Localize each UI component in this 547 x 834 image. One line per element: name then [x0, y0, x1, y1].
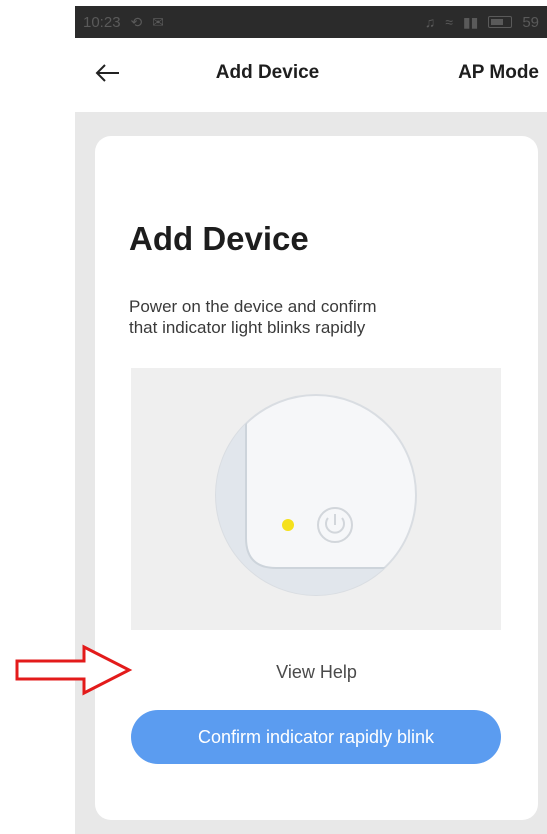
- status-time: 10:23: [83, 13, 121, 31]
- signal-icon: ▮▮: [462, 13, 479, 30]
- card-title: Add Device: [129, 220, 309, 257]
- page-title: Add Device: [215, 62, 320, 83]
- battery-level: 59: [522, 13, 539, 31]
- status-left: 10:23 ⟲ ✉: [83, 14, 164, 31]
- description-line-1: Power on the device and confirm: [129, 297, 377, 316]
- view-help-link[interactable]: View Help: [95, 662, 538, 683]
- battery-icon: [488, 16, 513, 28]
- notification-icon: ♫: [424, 14, 436, 30]
- description-line-2: that indicator light blinks rapidly: [129, 318, 366, 337]
- add-device-card: Add Device Power on the device and confi…: [95, 136, 538, 820]
- sync-icon: ⟲: [130, 13, 143, 30]
- device-illustration-graphic: [215, 394, 417, 596]
- wifi-icon: ≈: [445, 14, 453, 30]
- card-description: Power on the device and confirm that ind…: [129, 296, 489, 338]
- message-icon: ✉: [152, 13, 165, 30]
- screen: 10:23 ⟲ ✉ ♫ ≈ ▮▮ 59 Add Device AP Mode A…: [0, 0, 547, 834]
- app-header: Add Device AP Mode: [75, 38, 547, 112]
- device-illustration: [131, 368, 501, 630]
- ap-mode-link[interactable]: AP Mode: [458, 62, 539, 84]
- status-right: ♫ ≈ ▮▮ 59: [425, 14, 539, 31]
- content-area: Add Device Power on the device and confi…: [75, 112, 547, 834]
- indicator-light: [282, 519, 294, 531]
- red-pointer-arrow: [15, 644, 133, 696]
- status-bar: 10:23 ⟲ ✉ ♫ ≈ ▮▮ 59: [75, 6, 547, 38]
- confirm-blink-button[interactable]: Confirm indicator rapidly blink: [131, 710, 501, 764]
